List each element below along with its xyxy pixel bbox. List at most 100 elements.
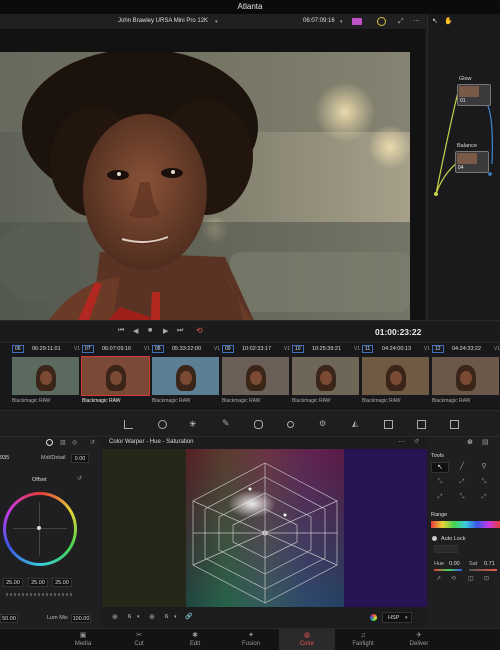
mid-detail-field[interactable]: 0.00 (71, 454, 89, 463)
timeline-clip[interactable]: 08 05:33:22:00 V1 Blackmagic RAW (152, 343, 220, 409)
timeline-clip[interactable]: 06 06:29:11:01 V1 Blackmagic RAW (12, 343, 80, 409)
node-glow[interactable]: 01 (457, 84, 491, 106)
blur-icon[interactable]: ◭ (352, 419, 361, 428)
sat-value[interactable]: 0.71 (484, 561, 495, 567)
hue-value[interactable]: 0.00 (449, 561, 460, 567)
node-balance[interactable]: 04 (455, 151, 489, 173)
skip-to-end-icon[interactable]: ⏭ (177, 327, 183, 335)
timeline-clip[interactable]: 09 10:02:33:17 V1 Blackmagic RAW (222, 343, 290, 409)
timeline-clip[interactable]: 11 04:24:00:13 V1 Blackmagic RAW (362, 343, 430, 409)
play-reverse-icon[interactable]: ◀ (133, 327, 138, 335)
page-tab-media[interactable]: ▣ Media (55, 629, 111, 650)
range-bar[interactable] (431, 521, 500, 528)
wheel-value-b[interactable]: 25.00 (52, 578, 72, 587)
timecode-dropdown-icon[interactable]: ▾ (340, 19, 343, 25)
clip-thumbnail[interactable] (152, 357, 219, 395)
resolution-icon[interactable]: ⊕ (112, 613, 118, 621)
color-space-icon[interactable] (370, 614, 377, 621)
window-icon[interactable] (254, 420, 263, 429)
resolution-value-1[interactable]: 6 (128, 614, 131, 620)
wheel-mode-icon[interactable] (46, 439, 53, 446)
color-warper-icon[interactable] (158, 420, 167, 429)
clip-header: 12 04:24:33:22 V1 (432, 345, 500, 355)
lum-mix-field[interactable]: 100.00 (71, 614, 91, 623)
node-label-balance: Balance (457, 143, 477, 149)
node-editor[interactable]: ↖ ✋ Glow 01 Balance 04 (427, 14, 500, 320)
select-tool-button[interactable]: ↖ (431, 462, 449, 473)
bottom-left-field[interactable]: 50.00 (0, 614, 18, 623)
wheel-center-dot[interactable] (37, 526, 41, 530)
transform-tool-4[interactable]: ⤢ (431, 494, 449, 503)
sizing-icon[interactable] (417, 420, 426, 429)
color-warper-active-icon[interactable]: ✳ (189, 419, 198, 429)
transform-tool-6[interactable]: ⤢ (475, 494, 493, 503)
warper-action-icon-1[interactable]: ↗ (436, 575, 441, 582)
master-wheel-slider[interactable] (6, 593, 72, 596)
warper-settings-icon[interactable]: ⋯ (398, 438, 405, 446)
skip-to-start-icon[interactable]: ⏮ (118, 327, 124, 335)
page-tab-fairlight[interactable]: ♫ Fairlight (335, 629, 391, 650)
stop-icon[interactable]: ■ (148, 327, 152, 334)
qualifier-icon[interactable]: ✎ (222, 418, 231, 428)
wheel-value-r[interactable]: 25.00 (3, 578, 23, 587)
viewer-options-icon[interactable]: ⋯ (413, 17, 420, 25)
page-tab-deliver[interactable]: ✈ Deliver (391, 629, 447, 650)
record-timecode: 01:00:23:22 (375, 327, 422, 337)
wheel-value-g[interactable]: 25.00 (28, 578, 48, 587)
pin-tool-button[interactable]: ╱ (453, 462, 471, 473)
transform-tool-1[interactable]: ⤡ (431, 479, 449, 488)
clip-thumbnail[interactable] (81, 356, 150, 396)
play-icon[interactable]: ▶ (163, 327, 168, 335)
camera-dropdown-icon[interactable]: ▾ (215, 19, 218, 25)
log-mode-icon[interactable]: ◎ (72, 439, 77, 446)
warper-action-icon-3[interactable]: ◫ (468, 575, 474, 582)
wheel-reset-icon[interactable]: ↺ (77, 475, 82, 482)
page-tab-fusion[interactable]: ✦ Fusion (223, 629, 279, 650)
warper-action-icon-2[interactable]: ⟲ (451, 575, 456, 582)
lock-mode-select[interactable] (434, 545, 458, 553)
res1-dropdown-icon[interactable]: ▾ (137, 614, 140, 620)
viewer-mode-icon[interactable] (352, 18, 362, 25)
transform-tool-5[interactable]: ⤡ (453, 494, 471, 503)
resolution-value-2[interactable]: 6 (165, 614, 168, 620)
key-icon[interactable] (384, 420, 393, 429)
clip-thumbnail[interactable] (432, 357, 499, 395)
link-icon[interactable]: 🔗 (185, 613, 192, 620)
hue-saturation-grid[interactable] (102, 449, 427, 607)
warper-reset-icon[interactable]: ↺ (414, 438, 419, 445)
page-tab-color[interactable]: ◍ Color (279, 629, 335, 650)
color-space-select[interactable]: HSP ▾ (382, 612, 412, 623)
offset-color-wheel[interactable] (3, 492, 77, 566)
timeline-clip[interactable]: 07 06:07:09:16 V1 Blackmagic RAW (81, 343, 150, 409)
warper-panel-icon-1[interactable]: ⊛ (467, 438, 473, 446)
page-tab-cut[interactable]: ✂ Cut (111, 629, 167, 650)
transform-tool-2[interactable]: ⤢ (453, 479, 471, 488)
clip-thumbnail[interactable] (292, 357, 359, 395)
timeline-clip[interactable]: 12 04:24:33:22 V1 Blackmagic RAW (432, 343, 500, 409)
reset-icon[interactable]: ↺ (90, 439, 95, 446)
clip-thumbnail[interactable] (362, 357, 429, 395)
resolution-icon-2[interactable]: ⊕ (149, 613, 155, 621)
transform-tool-3[interactable]: ⤡ (475, 479, 493, 488)
3d-icon[interactable] (450, 420, 459, 429)
fullscreen-icon[interactable]: ⤢ (398, 18, 404, 26)
clip-thumbnail[interactable] (12, 357, 79, 395)
warper-panel-icon-2[interactable]: ▤ (482, 438, 489, 446)
tracker-icon[interactable] (287, 421, 294, 428)
auto-lock-toggle-icon[interactable] (432, 536, 437, 541)
bars-mode-icon[interactable]: ▥ (60, 439, 66, 446)
loop-icon[interactable]: ⟲ (196, 326, 203, 335)
sat-slider[interactable] (469, 569, 497, 571)
picker-tool-button[interactable]: ⚲ (475, 462, 493, 473)
viewer[interactable] (0, 30, 425, 334)
highlight-icon[interactable] (377, 17, 386, 26)
magic-mask-icon[interactable]: ⚙ (319, 419, 328, 428)
clip-thumbnail[interactable] (222, 357, 289, 395)
page-tab-edit[interactable]: ✱ Edit (167, 629, 223, 650)
res2-dropdown-icon[interactable]: ▾ (174, 614, 177, 620)
timeline-clip[interactable]: 10 10:25:39:21 V1 Blackmagic RAW (292, 343, 360, 409)
warper-action-icon-4[interactable]: ⊡ (484, 575, 489, 582)
curves-icon[interactable] (124, 420, 133, 429)
hue-slider[interactable] (434, 569, 462, 571)
clip-timeline[interactable]: 06 06:29:11:01 V1 Blackmagic RAW 07 06:07:09:… (0, 342, 500, 410)
